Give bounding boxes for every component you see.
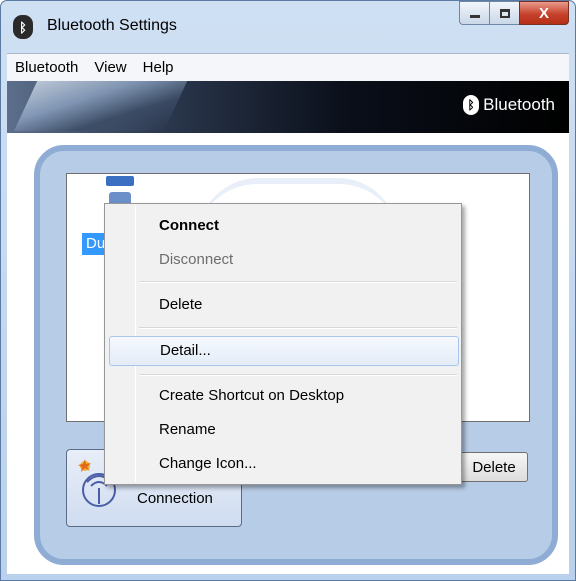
menu-view[interactable]: View bbox=[94, 59, 126, 76]
menu-separator bbox=[139, 281, 457, 283]
menu-bluetooth[interactable]: Bluetooth bbox=[15, 59, 78, 76]
bluetooth-logo: ᛒ Bluetooth bbox=[463, 95, 555, 115]
bluetooth-banner: ᛒ Bluetooth bbox=[7, 81, 569, 133]
caption-buttons: X bbox=[459, 1, 569, 25]
minimize-icon bbox=[469, 14, 480, 18]
menu-help[interactable]: Help bbox=[143, 59, 174, 76]
bluetooth-icon: ᛒ bbox=[463, 95, 480, 115]
bluetooth-logo-text: Bluetooth bbox=[483, 95, 555, 114]
banner-laptop-graphic bbox=[13, 81, 191, 131]
menu-separator bbox=[139, 327, 457, 329]
menu-bar: Bluetooth View Help bbox=[7, 53, 569, 81]
menu-item-disconnect: Disconnect bbox=[159, 251, 234, 268]
menu-item-connect[interactable]: Connect bbox=[109, 211, 459, 241]
maximize-button[interactable] bbox=[489, 1, 519, 25]
menu-separator bbox=[139, 374, 457, 376]
menu-item-rename[interactable]: Rename bbox=[109, 415, 459, 445]
menu-item-change-icon[interactable]: Change Icon... bbox=[109, 449, 459, 479]
device-icon-top bbox=[106, 176, 134, 186]
close-button[interactable]: X bbox=[519, 1, 569, 25]
menu-item-create-shortcut[interactable]: Create Shortcut on Desktop bbox=[109, 381, 459, 411]
delete-button[interactable]: Delete bbox=[460, 452, 528, 482]
window-title: Bluetooth Settings bbox=[47, 17, 177, 34]
maximize-icon bbox=[499, 8, 510, 18]
minimize-button[interactable] bbox=[459, 1, 489, 25]
bluetooth-icon: ᛒ bbox=[13, 15, 33, 39]
context-menu: Connect Disconnect Delete Detail... Crea… bbox=[104, 203, 462, 485]
menu-item-detail[interactable]: Detail... bbox=[109, 336, 459, 366]
menu-item-delete[interactable]: Delete bbox=[109, 290, 459, 320]
title-bar[interactable]: ᛒ Bluetooth Settings X bbox=[1, 1, 576, 53]
connection-button-label: Connection bbox=[137, 490, 213, 507]
